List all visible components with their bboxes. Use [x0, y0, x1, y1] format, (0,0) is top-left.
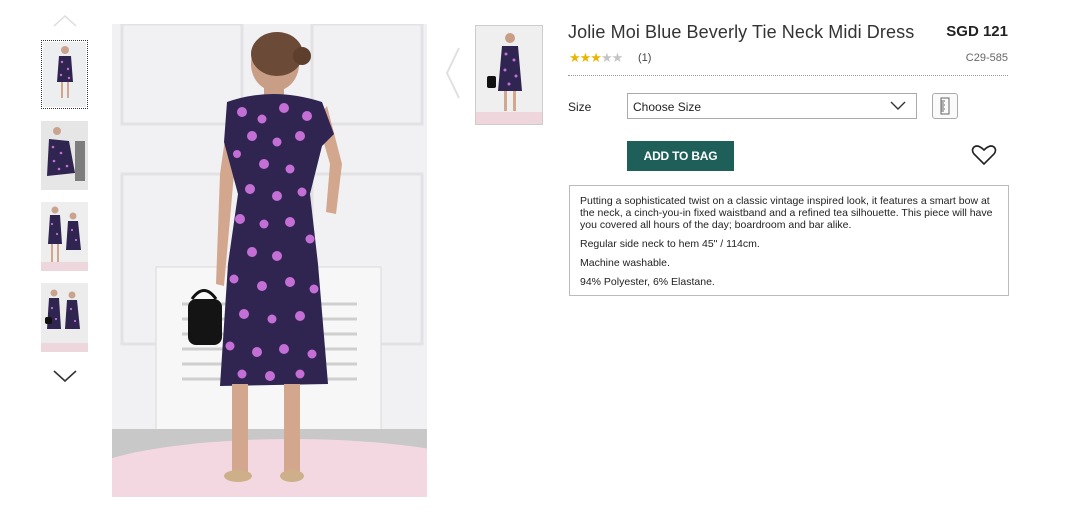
chevron-left-icon: [445, 47, 460, 99]
review-count-link[interactable]: (1): [638, 52, 651, 64]
product-title: Jolie Moi Blue Beverly Tie Neck Midi Dre…: [568, 22, 915, 42]
size-guide-button[interactable]: [932, 93, 958, 119]
thumbnail-scroll-up-button[interactable]: [52, 14, 78, 33]
thumbnail-4-image: [41, 283, 88, 352]
thumbnail-2[interactable]: [41, 121, 88, 190]
ruler-icon: [940, 97, 950, 115]
thumbnail-3-image: [41, 202, 88, 271]
alternate-view-thumbnail[interactable]: [475, 25, 543, 125]
description-paragraph: 94% Polyester, 6% Elastane.: [580, 276, 715, 288]
thumbnail-4[interactable]: [41, 283, 88, 352]
product-description: Putting a sophisticated twist on a class…: [569, 185, 1009, 296]
thumbnail-scroll-down-button[interactable]: [52, 368, 78, 389]
empty-stars-icon: ★★: [600, 50, 623, 65]
chevron-down-icon: [890, 101, 906, 110]
add-to-bag-button[interactable]: ADD TO BAG: [627, 141, 734, 171]
thumbnail-3[interactable]: [41, 202, 88, 271]
chevron-up-icon: [53, 14, 77, 27]
main-product-image[interactable]: [112, 24, 427, 497]
heart-icon: [971, 145, 997, 166]
description-paragraph: Machine washable.: [580, 257, 670, 269]
chevron-down-icon: [53, 370, 77, 383]
filled-stars-icon: ★★★: [569, 50, 602, 65]
product-sku: C29-585: [965, 52, 1008, 64]
size-label: Size: [568, 100, 592, 114]
divider: [568, 75, 1008, 76]
thumbnail-1-image: [43, 42, 86, 107]
thumbnail-1[interactable]: [41, 40, 88, 109]
size-dropdown-value: Choose Size: [633, 100, 702, 114]
wishlist-button[interactable]: [970, 143, 998, 172]
previous-image-button[interactable]: [445, 46, 461, 105]
description-paragraph: Regular side neck to hem 45" / 114cm.: [580, 238, 760, 250]
dress-back-view-image: [112, 24, 427, 497]
description-paragraph: Putting a sophisticated twist on a class…: [580, 195, 993, 231]
rating-stars[interactable]: ★★★★★: [569, 50, 623, 66]
alternate-view-image: [476, 26, 542, 124]
product-price: SGD 121: [946, 23, 1008, 40]
thumbnail-2-image: [41, 121, 88, 190]
size-dropdown[interactable]: Choose Size: [627, 93, 917, 119]
